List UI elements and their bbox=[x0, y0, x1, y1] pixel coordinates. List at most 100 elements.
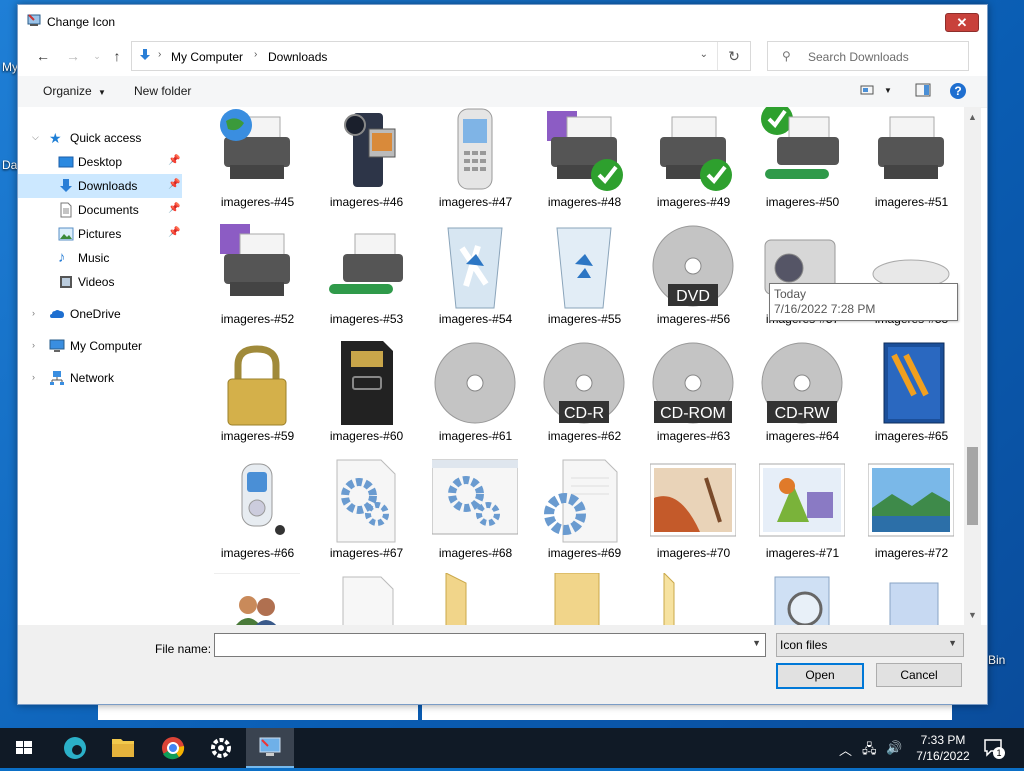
nav-item-videos[interactable]: Videos bbox=[18, 270, 182, 294]
taskbar-chrome[interactable] bbox=[149, 728, 197, 768]
pin-icon[interactable]: 📌 bbox=[168, 179, 180, 190]
search-input[interactable]: Search Downloads bbox=[808, 50, 909, 64]
chevron-right-icon[interactable]: › bbox=[158, 49, 161, 60]
volume-icon[interactable]: 🔊 bbox=[886, 740, 902, 756]
desktop-icon-label[interactable]: My bbox=[2, 60, 18, 74]
chevron-right-icon[interactable]: › bbox=[32, 372, 35, 382]
file-item[interactable]: imageres-#52 bbox=[203, 224, 312, 341]
nav-item-documents[interactable]: Documents 📌 bbox=[18, 198, 182, 222]
taskbar-settings[interactable] bbox=[197, 728, 245, 768]
file-item[interactable]: imageres-#59 bbox=[203, 341, 312, 458]
open-button[interactable]: Open bbox=[776, 663, 864, 689]
search-box[interactable]: ⚲ Search Downloads bbox=[767, 41, 969, 71]
file-item[interactable] bbox=[312, 573, 421, 625]
disc-label: CD-ROM bbox=[660, 405, 726, 422]
chevron-right-icon[interactable]: › bbox=[254, 49, 257, 60]
desktop-icon-label[interactable]: Da bbox=[2, 158, 17, 172]
file-item[interactable]: CD-R imageres-#62 bbox=[530, 341, 639, 458]
file-item[interactable]: imageres-#48 bbox=[530, 107, 639, 224]
file-item[interactable]: imageres-#54 bbox=[421, 224, 530, 341]
file-item[interactable]: DVD imageres-#56 bbox=[639, 224, 748, 341]
file-item[interactable] bbox=[748, 573, 857, 625]
start-button[interactable] bbox=[0, 728, 48, 768]
breadcrumb-downloads[interactable]: Downloads bbox=[268, 50, 327, 64]
nav-item-desktop[interactable]: Desktop 📌 bbox=[18, 150, 182, 174]
clock[interactable]: 7:33 PM 7/16/2022 bbox=[910, 732, 976, 764]
nav-my-computer[interactable]: › My Computer bbox=[18, 334, 182, 358]
view-menu-caret-icon[interactable]: ▼ bbox=[884, 86, 892, 95]
file-item[interactable] bbox=[421, 573, 530, 625]
taskbar-file-explorer[interactable] bbox=[99, 728, 147, 768]
pin-icon[interactable]: 📌 bbox=[168, 203, 180, 214]
pin-icon[interactable]: 📌 bbox=[168, 227, 180, 238]
chevron-down-icon[interactable]: ⌄ bbox=[700, 49, 708, 60]
new-folder-button[interactable]: New folder bbox=[134, 84, 191, 98]
chevron-right-icon[interactable]: › bbox=[32, 340, 35, 350]
file-item[interactable] bbox=[857, 573, 964, 625]
file-item[interactable]: CD-RW imageres-#64 bbox=[748, 341, 857, 458]
cancel-button[interactable]: Cancel bbox=[876, 663, 962, 687]
file-item[interactable]: imageres-#55 bbox=[530, 224, 639, 341]
address-bar[interactable]: › My Computer › Downloads ⌄ ↻ bbox=[131, 41, 751, 71]
file-item[interactable] bbox=[203, 573, 312, 625]
title-bar[interactable]: Change Icon ✕ bbox=[18, 5, 987, 36]
view-options-icon[interactable] bbox=[860, 83, 874, 97]
nav-item-downloads[interactable]: Downloads 📌 bbox=[18, 174, 182, 198]
file-item[interactable]: imageres-#49 bbox=[639, 107, 748, 224]
recent-locations-button[interactable]: ⌄ bbox=[88, 47, 106, 65]
up-button[interactable]: ↑ bbox=[108, 47, 126, 65]
file-item[interactable] bbox=[530, 573, 639, 625]
chevron-up-icon[interactable]: ︿ bbox=[839, 740, 852, 759]
file-item[interactable]: imageres-#67 bbox=[312, 458, 421, 575]
back-button[interactable]: ← bbox=[34, 47, 52, 65]
file-name-input[interactable]: ▼ bbox=[214, 633, 766, 657]
file-item[interactable]: imageres-#68 bbox=[421, 458, 530, 575]
nav-quick-access[interactable]: ⌵ ★ Quick access bbox=[18, 126, 182, 150]
scroll-up-icon[interactable]: ▲ bbox=[964, 109, 981, 126]
file-item[interactable]: imageres-#69 bbox=[530, 458, 639, 575]
help-icon[interactable]: ? bbox=[949, 82, 967, 100]
file-item[interactable]: imageres-#65 bbox=[857, 341, 964, 458]
recycle-bin-label[interactable]: Bin bbox=[988, 653, 1005, 667]
file-item[interactable]: imageres-#50 bbox=[748, 107, 857, 224]
file-item[interactable]: imageres-#45 bbox=[203, 107, 312, 224]
file-item[interactable]: CD-ROM imageres-#63 bbox=[639, 341, 748, 458]
refresh-button[interactable]: ↻ bbox=[717, 42, 750, 70]
nav-network[interactable]: › Network bbox=[18, 366, 182, 390]
tooltip-date: 7/16/2022 7:28 PM bbox=[774, 302, 876, 316]
file-item[interactable]: imageres-#60 bbox=[312, 341, 421, 458]
file-item[interactable]: imageres-#53 bbox=[312, 224, 421, 341]
file-item[interactable]: imageres-#71 bbox=[748, 458, 857, 575]
pin-icon[interactable]: 📌 bbox=[168, 155, 180, 166]
nav-onedrive[interactable]: › OneDrive bbox=[18, 302, 182, 326]
file-item[interactable]: imageres-#51 bbox=[857, 107, 964, 224]
preview-pane-icon[interactable] bbox=[915, 83, 931, 97]
nav-item-pictures[interactable]: Pictures 📌 bbox=[18, 222, 182, 246]
scrollbar-thumb[interactable] bbox=[967, 447, 978, 525]
file-item[interactable]: imageres-#46 bbox=[312, 107, 421, 224]
scroll-down-icon[interactable]: ▼ bbox=[964, 607, 981, 624]
nav-item-music[interactable]: ♪ Music bbox=[18, 246, 182, 270]
breadcrumb-my-computer[interactable]: My Computer bbox=[171, 50, 243, 64]
chevron-down-icon[interactable]: ⌵ bbox=[32, 132, 39, 143]
forward-button[interactable]: → bbox=[64, 47, 82, 65]
disc-label: CD-R bbox=[564, 405, 604, 422]
file-list[interactable]: imageres-#45 imageres-#46 imageres-#47 i… bbox=[182, 107, 964, 625]
vertical-scrollbar[interactable]: ▲ ▼ bbox=[964, 107, 981, 625]
file-item[interactable]: imageres-#72 bbox=[857, 458, 964, 575]
file-item[interactable]: imageres-#61 bbox=[421, 341, 530, 458]
file-item[interactable]: imageres-#47 bbox=[421, 107, 530, 224]
taskbar-edge[interactable] bbox=[51, 728, 99, 768]
taskbar-display-settings[interactable] bbox=[246, 728, 294, 768]
notification-center-button[interactable]: 1 bbox=[982, 736, 1006, 760]
file-item[interactable]: imageres-#66 bbox=[203, 458, 312, 575]
chevron-down-icon[interactable]: ▼ bbox=[752, 638, 761, 648]
cd-rw-drive-icon: CD-RW bbox=[761, 342, 843, 424]
chevron-right-icon[interactable]: › bbox=[32, 308, 35, 318]
close-button[interactable]: ✕ bbox=[945, 13, 979, 32]
file-item[interactable]: imageres-#70 bbox=[639, 458, 748, 575]
network-icon[interactable]: 🖧 bbox=[862, 740, 877, 762]
organize-button[interactable]: Organize ▼ bbox=[43, 84, 106, 98]
file-type-select[interactable]: Icon files ▼ bbox=[776, 633, 964, 657]
file-item[interactable] bbox=[639, 573, 748, 625]
